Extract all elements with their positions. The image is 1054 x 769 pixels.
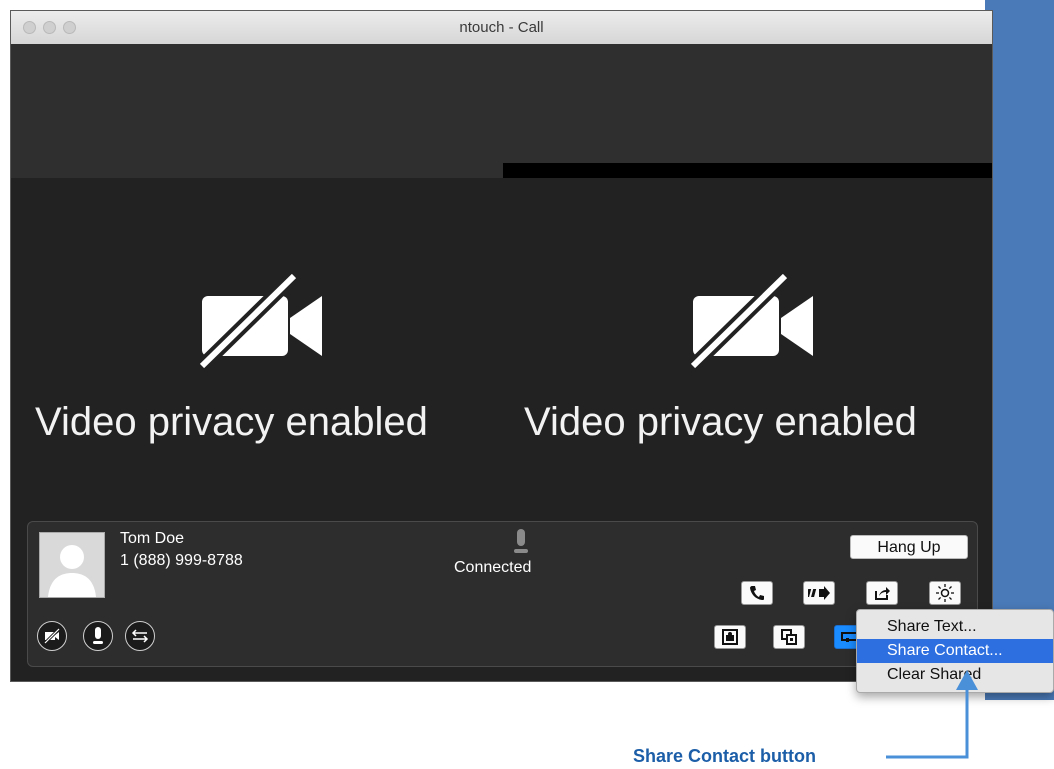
callout-label: Share Contact button	[633, 746, 816, 766]
callout-arrow	[886, 670, 978, 759]
